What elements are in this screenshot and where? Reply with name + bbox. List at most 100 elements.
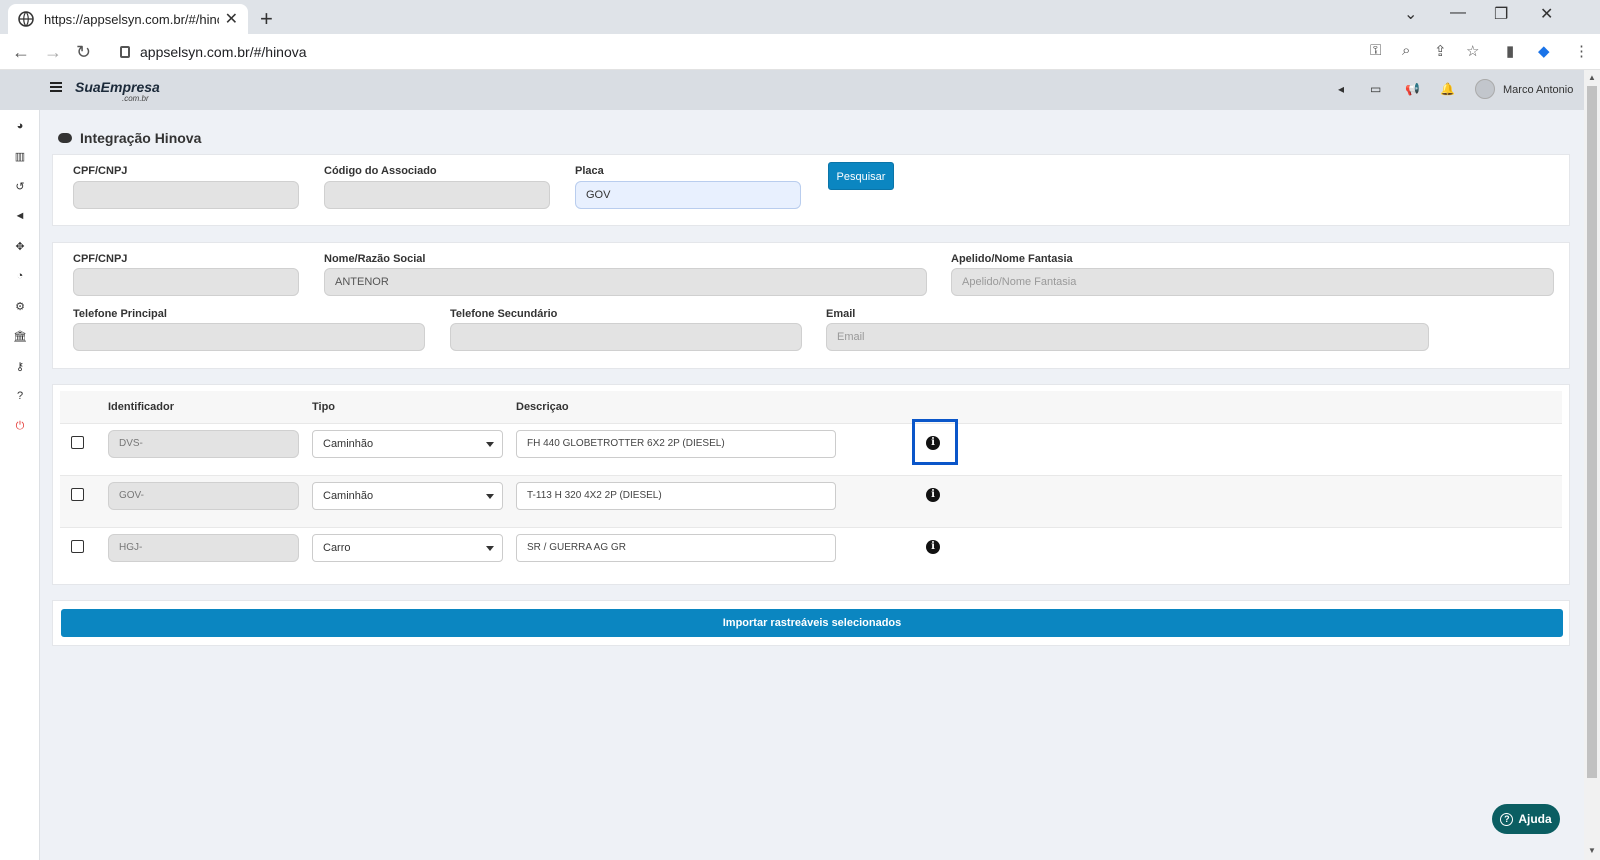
row-checkbox[interactable] — [71, 540, 84, 553]
power-icon[interactable]: ⏻ — [13, 420, 27, 433]
client-tel2-input[interactable] — [450, 323, 802, 351]
client-nome-label: Nome/Razão Social — [324, 253, 426, 265]
monitor-icon[interactable]: ▭ — [1370, 82, 1381, 96]
lock-icon — [120, 46, 130, 58]
key-icon[interactable]: ⚷ — [13, 360, 27, 373]
row-identificador[interactable]: GOV- — [108, 482, 299, 510]
row-descricao[interactable]: T-113 H 320 4X2 2P (DIESEL) — [516, 482, 836, 510]
search-codigo-input[interactable] — [324, 181, 550, 209]
chevron-down-icon — [486, 546, 494, 551]
side-panel-icon[interactable]: ▮ — [1506, 42, 1514, 60]
pie-chart-icon[interactable]: ◔ — [13, 270, 27, 282]
cloud-upload-icon — [58, 133, 72, 143]
key-icon[interactable]: ⚿ — [1370, 42, 1381, 59]
dashboard-icon[interactable]: ◕ — [13, 120, 27, 132]
share-icon[interactable]: ⇪ — [1434, 42, 1447, 60]
history-icon[interactable]: ↺ — [13, 180, 27, 193]
client-tel2-label: Telefone Secundário — [450, 308, 558, 320]
client-apelido-input[interactable]: Apelido/Nome Fantasia — [951, 268, 1554, 296]
client-tel1-input[interactable] — [73, 323, 425, 351]
client-cpf-label: CPF/CNPJ — [73, 253, 128, 265]
row-tipo-value: Caminhão — [323, 438, 374, 450]
reload-icon[interactable]: ↻ — [76, 42, 91, 63]
caret-left-icon[interactable]: ◂ — [1338, 82, 1344, 96]
menu-icon[interactable]: ⋮ — [1574, 42, 1589, 60]
star-icon[interactable]: ☆ — [1466, 42, 1479, 60]
focus-highlight — [912, 419, 958, 465]
bell-icon[interactable]: 🔔 — [1440, 82, 1455, 96]
chevron-down-icon — [486, 442, 494, 447]
help-button-label: Ajuda — [1518, 812, 1552, 826]
scroll-thumb[interactable] — [1587, 86, 1597, 778]
app-header: SuaEmpresa .com.br ◂ ▭ 📢 🔔 Marco Antonio — [0, 70, 1584, 110]
client-nome-input[interactable]: ANTENOR — [324, 268, 927, 296]
logo[interactable]: SuaEmpresa — [75, 79, 160, 95]
help-icon[interactable]: ? — [13, 390, 27, 402]
row-descricao[interactable]: SR / GUERRA AG GR — [516, 534, 836, 562]
row-tipo-value: Caminhão — [323, 490, 374, 502]
info-icon[interactable]: i — [926, 540, 940, 554]
megaphone-icon[interactable]: 📢 — [1405, 82, 1420, 96]
close-window-icon[interactable]: ✕ — [1540, 4, 1553, 24]
client-email-input[interactable]: Email — [826, 323, 1429, 351]
search-cpf-label: CPF/CNPJ — [73, 165, 128, 177]
scroll-up-icon[interactable]: ▲ — [1588, 73, 1596, 82]
back-icon[interactable]: ← — [12, 42, 30, 63]
tab-title: https://appselsyn.com.br/#/hinov — [44, 11, 219, 27]
forward-icon[interactable]: → — [44, 42, 62, 63]
page-title-text: Integração Hinova — [80, 130, 202, 146]
address-bar-row: ← → ↻ appselsyn.com.br/#/hinova ⚿ ⌕ ⇪ ☆ … — [0, 34, 1600, 70]
col-tipo: Tipo — [312, 401, 336, 413]
row-identificador[interactable]: DVS- — [108, 430, 299, 458]
row-identificador[interactable]: HGJ- — [108, 534, 299, 562]
row-tipo-select[interactable]: Caminhão — [312, 482, 503, 510]
new-tab-icon[interactable]: + — [260, 6, 273, 32]
search-placa-input[interactable]: GOV — [575, 181, 801, 209]
hamburger-icon[interactable] — [50, 82, 62, 92]
row-tipo-select[interactable]: Carro — [312, 534, 503, 562]
client-cpf-input[interactable] — [73, 268, 299, 296]
cogs-icon[interactable]: ⚙ — [13, 300, 27, 313]
chevron-down-icon — [486, 494, 494, 499]
search-placa-label: Placa — [575, 165, 604, 177]
map-icon[interactable]: ▥ — [13, 150, 27, 163]
row-tipo-select[interactable]: Caminhão — [312, 430, 503, 458]
megaphone-icon[interactable]: ◄ — [13, 210, 27, 222]
close-tab-icon[interactable]: ✕ — [225, 9, 238, 29]
sidebar: ◕ ▥ ↺ ◄ ✥ ◔ ⚙ 🏛 ⚷ ? ⏻ — [0, 110, 40, 860]
avatar[interactable] — [1475, 79, 1495, 99]
bank-icon[interactable]: 🏛 — [13, 330, 27, 343]
vertical-scrollbar[interactable]: ▲ ▼ — [1584, 70, 1600, 860]
globe-icon — [18, 11, 34, 27]
row-checkbox[interactable] — [71, 488, 84, 501]
crosshair-icon[interactable]: ✥ — [13, 240, 27, 253]
col-identificador: Identificador — [108, 401, 175, 413]
client-apelido-label: Apelido/Nome Fantasia — [951, 253, 1073, 265]
client-tel1-label: Telefone Principal — [73, 308, 167, 320]
col-descricao: Descriçao — [516, 401, 569, 413]
browser-tab[interactable]: https://appselsyn.com.br/#/hinov ✕ — [8, 4, 248, 34]
url-field[interactable]: appselsyn.com.br/#/hinova — [112, 38, 1412, 66]
help-button[interactable]: ? Ajuda — [1492, 804, 1560, 834]
row-descricao[interactable]: FH 440 GLOBETROTTER 6X2 2P (DIESEL) — [516, 430, 836, 458]
extension-icon[interactable]: ◆ — [1538, 42, 1550, 60]
browser-tabbar: https://appselsyn.com.br/#/hinov ✕ + ⌄ —… — [0, 0, 1600, 34]
search-codigo-label: Código do Associado — [324, 165, 437, 177]
search-button[interactable]: Pesquisar — [828, 162, 894, 190]
info-icon[interactable]: i — [926, 488, 940, 502]
row-checkbox[interactable] — [71, 436, 84, 449]
row-tipo-value: Carro — [323, 542, 351, 554]
url-text: appselsyn.com.br/#/hinova — [140, 44, 307, 60]
import-button[interactable]: Importar rastreáveis selecionados — [61, 609, 1563, 637]
restore-icon[interactable]: ❐ — [1494, 4, 1508, 24]
scroll-down-icon[interactable]: ▼ — [1588, 846, 1596, 855]
search-cpf-input[interactable] — [73, 181, 299, 209]
tab-search-icon[interactable]: ⌄ — [1404, 4, 1417, 24]
zoom-icon[interactable]: ⌕ — [1402, 42, 1410, 59]
minimize-icon[interactable]: — — [1450, 4, 1466, 22]
client-email-label: Email — [826, 308, 856, 320]
logo-sub: .com.br — [122, 94, 149, 103]
question-icon: ? — [1500, 812, 1514, 826]
page-title: Integração Hinova — [58, 130, 201, 146]
user-name[interactable]: Marco Antonio — [1503, 84, 1573, 96]
